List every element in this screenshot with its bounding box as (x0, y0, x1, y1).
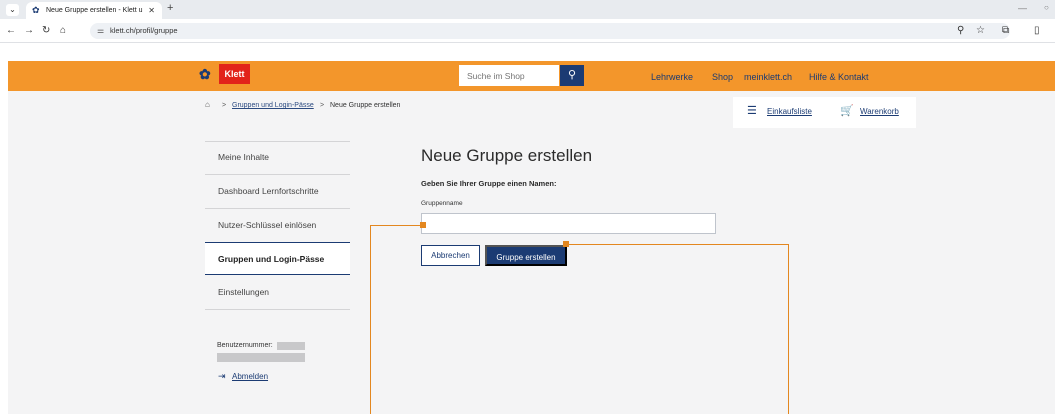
sidebar-item-einstellungen[interactable]: Einstellungen (205, 276, 350, 309)
shop-search-input[interactable] (459, 65, 559, 86)
shopping-list-link[interactable]: Einkaufsliste (767, 107, 812, 116)
nav-hilfe-kontakt[interactable]: Hilfe & Kontakt (809, 71, 869, 83)
sidebar-item-dashboard[interactable]: Dashboard Lernfortschritte (205, 175, 350, 208)
form-prompt: Geben Sie Ihrer Gruppe einen Namen: (421, 179, 557, 188)
url-text: klett.ch/profil/gruppe (110, 26, 178, 35)
browser-tab[interactable]: ✿ Neue Gruppe erstellen - Klett u ✕ (26, 2, 162, 19)
nav-shop[interactable]: Shop (712, 71, 733, 83)
logout-icon[interactable]: ⇥ (218, 371, 226, 382)
home-icon[interactable]: ⌂ (60, 24, 66, 38)
list-icon: ☰ (747, 105, 757, 117)
sidebar-item-schluessel[interactable]: Nutzer-Schlüssel einlösen (205, 209, 350, 242)
maximize-icon[interactable]: ○ (1044, 3, 1049, 12)
annotation-line (370, 225, 423, 226)
breadcrumb-separator: > (320, 102, 325, 109)
group-name-input[interactable] (421, 213, 716, 234)
annotation-marker (563, 241, 569, 247)
sidebar-item-gruppen[interactable]: Gruppen und Login-Pässe (205, 242, 350, 275)
tab-dropdown-icon[interactable]: ⌄ (6, 4, 19, 16)
breadcrumb-parent-link[interactable]: Gruppen und Login-Pässe (232, 102, 314, 109)
browser-toolbar: ← → ↻ ⌂ ⚌ klett.ch/profil/gruppe ⚲ ☆ ⧉ ▯ (0, 19, 1055, 43)
browser-tab-bar: ⌄ ✿ Neue Gruppe erstellen - Klett u ✕ + … (0, 0, 1055, 19)
forward-icon[interactable]: → (24, 24, 34, 38)
nav-lehrwerke[interactable]: Lehrwerke (651, 71, 693, 83)
tab-close-icon[interactable]: ✕ (148, 2, 155, 19)
page-title: Neue Gruppe erstellen (421, 146, 593, 165)
cart-icon: 🛒 (840, 105, 854, 117)
bookmark-star-icon[interactable]: ☆ (976, 24, 985, 38)
klett-logo[interactable]: Klett (219, 64, 250, 84)
tab-title: Neue Gruppe erstellen - Klett u (46, 7, 143, 14)
new-tab-button[interactable]: + (167, 2, 173, 14)
back-icon[interactable]: ← (6, 24, 16, 38)
nav-meinklett[interactable]: meinklett.ch (744, 71, 792, 83)
search-icon[interactable]: ⚲ (560, 65, 584, 86)
sidebar-item-meine-inhalte[interactable]: Meine Inhalte (205, 141, 350, 174)
logout-link[interactable]: Abmelden (232, 372, 268, 381)
annotation-line (788, 244, 789, 414)
klett-logo-icon[interactable]: ✿ (199, 65, 211, 83)
annotation-marker (420, 222, 426, 228)
group-name-label: Gruppenname (421, 200, 463, 207)
create-group-button[interactable]: Gruppe erstellen (485, 245, 567, 266)
annotation-line (370, 225, 371, 414)
redacted-user-number (277, 342, 305, 350)
extensions-icon[interactable]: ⧉ (1002, 24, 1009, 38)
favicon-icon: ✿ (32, 5, 40, 15)
basket-link[interactable]: Warenkorb (860, 107, 899, 116)
redacted-user-info (217, 353, 305, 362)
user-number-label: Benutzernummer: (217, 342, 273, 349)
breadcrumb-separator: > (222, 102, 227, 109)
menu-divider (205, 309, 350, 310)
minimize-icon[interactable]: — (1018, 3, 1027, 13)
cancel-button[interactable]: Abbrechen (421, 245, 480, 266)
breadcrumb-home-icon[interactable]: ⌂ (205, 100, 210, 109)
sidepanel-icon[interactable]: ▯ (1034, 24, 1040, 38)
address-field[interactable]: ⚌ klett.ch/profil/gruppe (90, 23, 1010, 39)
zoom-icon[interactable]: ⚲ (957, 24, 964, 38)
breadcrumb-current: Neue Gruppe erstellen (330, 102, 401, 109)
reload-icon[interactable]: ↻ (42, 24, 50, 38)
site-settings-icon[interactable]: ⚌ (97, 23, 104, 39)
annotation-line (566, 244, 789, 245)
